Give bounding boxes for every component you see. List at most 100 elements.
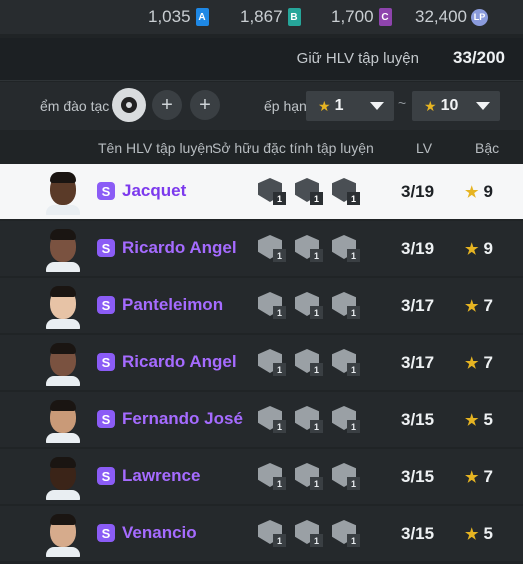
table-row[interactable]: S Fernando José 1 1 1 3/15 ★ 5	[0, 392, 523, 447]
grade-value: 5	[483, 524, 493, 543]
currency-a-amount: 1,035	[148, 7, 191, 26]
trainer-list: S Jacquet 1 1 1 3/19 ★ 9 S Ricardo Angel 1 1 1 3/19 ★ 9…	[0, 164, 523, 563]
training-trait-icon: 1	[258, 520, 286, 548]
plus-icon: +	[199, 93, 211, 116]
grade-value: 9	[483, 239, 493, 258]
trait-count: 1	[273, 192, 286, 205]
training-trait-icon: 1	[332, 235, 360, 263]
header-lv: LV	[416, 140, 433, 156]
star-icon: ★	[465, 184, 479, 201]
table-row[interactable]: S Panteleimon 1 1 1 3/17 ★ 7	[0, 278, 523, 333]
training-trait-icon: 1	[258, 292, 286, 320]
trainer-name: Lawrence	[122, 466, 201, 485]
trainer-avatar	[44, 340, 82, 386]
training-trait-icon: 1	[332, 520, 360, 548]
trait-count: 1	[310, 420, 323, 433]
trainer-level: 3/15	[401, 410, 435, 429]
filter-bar: ểm đào tạc + + ếp hạn ★ 1 ~ ★ 10	[0, 82, 523, 130]
trait-count: 1	[273, 306, 286, 319]
trainer-avatar	[44, 511, 82, 557]
trainer-grade: ★ 5	[465, 410, 493, 430]
trait-count: 1	[273, 534, 286, 547]
trainer-grade: ★ 5	[465, 524, 493, 544]
trainer-grade: ★ 9	[465, 239, 493, 259]
trainer-avatar	[44, 454, 82, 500]
table-row[interactable]: S Ricardo Angel 1 1 1 3/17 ★ 7	[0, 335, 523, 390]
training-trait-icon: 1	[295, 463, 323, 491]
table-row[interactable]: S Lawrence 1 1 1 3/15 ★ 7	[0, 449, 523, 504]
trait-filter-selected[interactable]	[112, 88, 146, 122]
training-trait-icon: 1	[258, 235, 286, 263]
training-trait-icon: 1	[332, 406, 360, 434]
trait-count: 1	[347, 363, 360, 376]
trait-count: 1	[347, 477, 360, 490]
currency-lp-amount: 32,400	[415, 7, 467, 26]
star-icon: ★	[424, 97, 437, 114]
max-rank-dropdown[interactable]: ★ 10	[412, 91, 500, 121]
trainer-level: 3/15	[401, 524, 435, 543]
trainer-avatar	[44, 283, 82, 329]
trainer-hold-label: Giữ HLV tập luyện	[296, 50, 419, 67]
plus-icon: +	[161, 93, 173, 116]
trainer-avatar	[44, 226, 82, 272]
trainer-level: 3/17	[401, 296, 435, 315]
grade-value: 7	[483, 296, 493, 315]
max-rank-value: 10	[440, 97, 459, 114]
star-icon: ★	[465, 241, 479, 258]
currency-c: 1,700 C	[331, 0, 392, 34]
trainer-avatar	[44, 169, 82, 215]
table-row[interactable]: S Jacquet 1 1 1 3/19 ★ 9	[0, 164, 523, 219]
training-trait-icon: 1	[332, 178, 360, 206]
trait-count: 1	[347, 249, 360, 262]
header-grade: Bậc	[475, 140, 500, 156]
trainer-hold-bar: Giữ HLV tập luyện 33/200	[0, 38, 523, 81]
training-trait-icon: 1	[295, 235, 323, 263]
trait-count: 1	[347, 534, 360, 547]
trainer-level: 3/17	[401, 353, 435, 372]
trainer-name: Fernando José	[122, 409, 243, 428]
trainer-grade: ★ 9	[465, 182, 493, 202]
table-row[interactable]: S Ricardo Angel 1 1 1 3/19 ★ 9	[0, 221, 523, 276]
currency-a-icon: A	[195, 8, 209, 26]
currency-c-icon: C	[378, 8, 392, 26]
training-trait-icon: 1	[295, 406, 323, 434]
star-icon: ★	[465, 469, 479, 486]
add-trait-button-1[interactable]: +	[152, 90, 182, 120]
grade-value: 9	[483, 182, 493, 201]
trainer-name: Ricardo Angel	[122, 238, 237, 257]
trainer-name: Venancio	[122, 523, 197, 542]
grade-value: 5	[483, 410, 493, 429]
rank-badge-icon: S	[97, 524, 115, 542]
trainer-grade: ★ 7	[465, 296, 493, 316]
training-trait-icon: 1	[258, 178, 286, 206]
table-row[interactable]: S Venancio 1 1 1 3/15 ★ 5	[0, 506, 523, 561]
trait-count: 1	[347, 192, 360, 205]
trainer-level: 3/19	[401, 182, 435, 201]
add-trait-button-2[interactable]: +	[190, 90, 220, 120]
trait-filter-label: ểm đào tạc	[40, 98, 110, 114]
star-icon: ★	[465, 412, 479, 429]
min-rank-dropdown[interactable]: ★ 1	[306, 91, 394, 121]
training-trait-icon: 1	[295, 349, 323, 377]
rank-badge-icon: S	[97, 182, 115, 200]
training-trait-icon: 1	[295, 292, 323, 320]
currency-bar: 1,035 A 1,867 B 1,700 C 32,400 LP	[0, 0, 523, 34]
currency-b: 1,867 B	[240, 0, 301, 34]
min-rank-value: 1	[334, 97, 344, 114]
training-trait-icon: 1	[295, 520, 323, 548]
trainer-level: 3/19	[401, 239, 435, 258]
trait-count: 1	[273, 477, 286, 490]
trait-count: 1	[310, 192, 323, 205]
grade-value: 7	[483, 353, 493, 372]
trainer-grade: ★ 7	[465, 467, 493, 487]
training-trait-icon: 1	[258, 349, 286, 377]
trait-count: 1	[273, 249, 286, 262]
rank-filter-label: ếp hạn	[264, 98, 307, 114]
trainer-name: Jacquet	[122, 181, 187, 200]
training-trait-icon: 1	[332, 349, 360, 377]
trainer-name: Panteleimon	[122, 295, 224, 314]
trainer-avatar	[44, 397, 82, 443]
trait-count: 1	[310, 363, 323, 376]
currency-b-amount: 1,867	[240, 7, 283, 26]
whistle-icon	[121, 97, 137, 113]
